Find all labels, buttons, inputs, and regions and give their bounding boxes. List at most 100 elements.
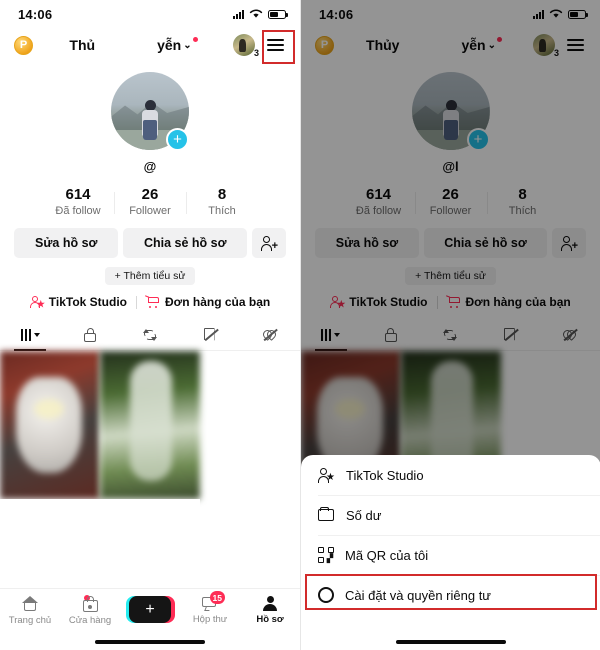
tab-liked[interactable]	[240, 319, 300, 350]
sheet-item-tiktok-studio[interactable]: ★ TikTok Studio	[301, 455, 600, 495]
tiktok-studio-link[interactable]: ★ TikTok Studio	[29, 295, 127, 309]
stat-likes[interactable]: 8 Thích	[186, 186, 258, 217]
profile-handle: @	[143, 159, 157, 174]
tab-liked[interactable]	[540, 319, 600, 350]
nav-inbox[interactable]: 15 Hộp thư	[180, 591, 240, 625]
sheet-item-label: Mã QR của tôi	[345, 547, 429, 563]
edit-profile-button[interactable]: Sửa hồ sơ	[315, 228, 419, 258]
avatar-stack[interactable]: 3	[233, 34, 259, 58]
bookmark-off-icon	[503, 327, 519, 342]
tab-reposts[interactable]	[120, 319, 180, 350]
add-story-button[interactable]: +	[166, 128, 189, 151]
avatar-count: 3	[553, 48, 559, 58]
create-plus-icon[interactable]: +	[125, 596, 175, 623]
tiktok-studio-label: TikTok Studio	[48, 295, 127, 309]
stat-label: Thích	[508, 205, 537, 217]
tab-private[interactable]	[361, 319, 421, 350]
avatar-wrap: +	[0, 72, 300, 151]
tab-videos[interactable]	[301, 319, 361, 350]
tab-saved[interactable]	[180, 319, 240, 350]
battery-icon	[568, 9, 588, 19]
coin-rewards-icon[interactable]: P	[315, 35, 334, 55]
nav-create[interactable]: +	[120, 596, 180, 623]
status-time: 14:06	[319, 6, 354, 22]
edit-profile-button[interactable]: Sửa hồ sơ	[14, 228, 119, 258]
hamburger-menu-icon[interactable]	[561, 34, 590, 56]
stat-value: 8	[518, 186, 527, 203]
sheet-item-balance[interactable]: Số dư	[301, 495, 600, 535]
tiktok-studio-link[interactable]: ★ TikTok Studio	[330, 295, 428, 309]
shopping-cart-icon	[445, 295, 461, 308]
add-bio-button[interactable]: + Thêm tiểu sử	[405, 267, 496, 285]
avatar-wrap: +	[301, 72, 600, 151]
home-indicator	[396, 640, 506, 644]
your-orders-link[interactable]: Đơn hàng của bạn	[144, 295, 271, 309]
sheet-item-label: TikTok Studio	[346, 467, 424, 483]
add-user-icon: +	[561, 236, 578, 252]
status-icons	[533, 9, 588, 19]
tab-saved[interactable]	[480, 319, 540, 350]
account-name-part2: yễn	[461, 37, 486, 53]
shopping-cart-icon	[144, 295, 160, 308]
profile-stats: 614 Đã follow 26 Follower 8 Thích	[0, 186, 300, 217]
nav-label: Hộp thư	[192, 614, 228, 625]
tiktok-studio-icon: ★	[318, 467, 335, 483]
coin-rewards-icon[interactable]: P	[14, 35, 33, 55]
account-switcher[interactable]: Thủ yễn ⌄	[33, 36, 233, 53]
tab-videos[interactable]	[0, 319, 60, 350]
profile-tabs	[0, 319, 300, 351]
stat-following[interactable]: 614 Đã follow	[343, 186, 415, 217]
shop-bag-icon	[82, 596, 98, 612]
add-story-button[interactable]: +	[466, 128, 490, 151]
bookmark-off-icon	[203, 327, 218, 342]
tab-reposts[interactable]	[421, 319, 481, 350]
account-name-part1: Thủ	[69, 37, 96, 53]
video-thumbnail[interactable]	[100, 351, 200, 499]
account-switcher[interactable]: Thủy yễn ⌄	[334, 36, 533, 53]
add-user-button[interactable]: +	[252, 228, 286, 258]
your-orders-label: Đơn hàng của bạn	[165, 295, 271, 309]
grid-videos-icon	[20, 328, 31, 341]
signal-bars-icon	[533, 9, 544, 19]
add-user-button[interactable]: +	[552, 228, 586, 258]
stat-value: 8	[217, 186, 227, 203]
nav-label: Cửa hàng	[68, 615, 112, 626]
share-profile-button[interactable]: Chia sẻ hồ sơ	[424, 228, 547, 258]
app-header: P Thủ yễn ⌄ 3	[0, 28, 300, 62]
sheet-item-my-qr-code[interactable]: ▞ Mã QR của tôi	[301, 535, 600, 575]
tiktok-studio-icon: ★	[29, 295, 45, 309]
tab-private[interactable]	[60, 319, 120, 350]
video-grid	[0, 351, 300, 499]
profile-tabs	[301, 319, 600, 351]
stat-label: Đã follow	[355, 205, 402, 217]
add-bio-button[interactable]: + Thêm tiểu sử	[104, 267, 196, 285]
stat-value: 614	[65, 186, 91, 203]
your-orders-link[interactable]: Đơn hàng của bạn	[445, 295, 571, 309]
stat-label: Thích	[208, 205, 236, 217]
stat-followers[interactable]: 26 Follower	[114, 186, 186, 217]
highlight-box-hamburger	[262, 30, 295, 64]
tiktok-studio-label: TikTok Studio	[349, 295, 428, 309]
repost-icon	[143, 328, 157, 342]
avatar-stack[interactable]: 3	[533, 34, 559, 58]
nav-profile[interactable]: Hồ sơ	[240, 596, 300, 625]
sheet-item-label: Số dư	[346, 507, 382, 523]
nav-label: Hồ sơ	[256, 614, 284, 625]
nav-home[interactable]: Trang chủ	[0, 596, 60, 626]
heart-off-icon	[260, 327, 278, 342]
left-phone-screen: 14:06 P Thủ yễn ⌄ 3 + @ 614 Đã follow 26…	[0, 0, 300, 650]
right-phone-screen: 14:06 P Thủy yễn ⌄ 3 + @l 614 Đã follow …	[300, 0, 600, 650]
add-bio-wrap: + Thêm tiểu sử	[301, 267, 600, 285]
stat-following[interactable]: 614 Đã follow	[42, 186, 114, 217]
header-right-group: 3	[533, 34, 590, 58]
stat-followers[interactable]: 26 Follower	[414, 186, 487, 217]
video-thumbnail[interactable]	[0, 351, 100, 499]
divider	[436, 295, 438, 309]
nav-shop[interactable]: Cửa hàng	[60, 595, 120, 626]
inbox-badge: 15	[209, 591, 225, 604]
share-profile-button[interactable]: Chia sẻ hồ sơ	[123, 228, 247, 258]
your-orders-label: Đơn hàng của bạn	[465, 295, 571, 309]
profile-stats: 614 Đã follow 26 Follower 8 Thích	[301, 186, 600, 217]
stat-likes[interactable]: 8 Thích	[486, 186, 559, 217]
profile-section: + @ 614 Đã follow 26 Follower 8 Thích Sử…	[0, 62, 300, 309]
